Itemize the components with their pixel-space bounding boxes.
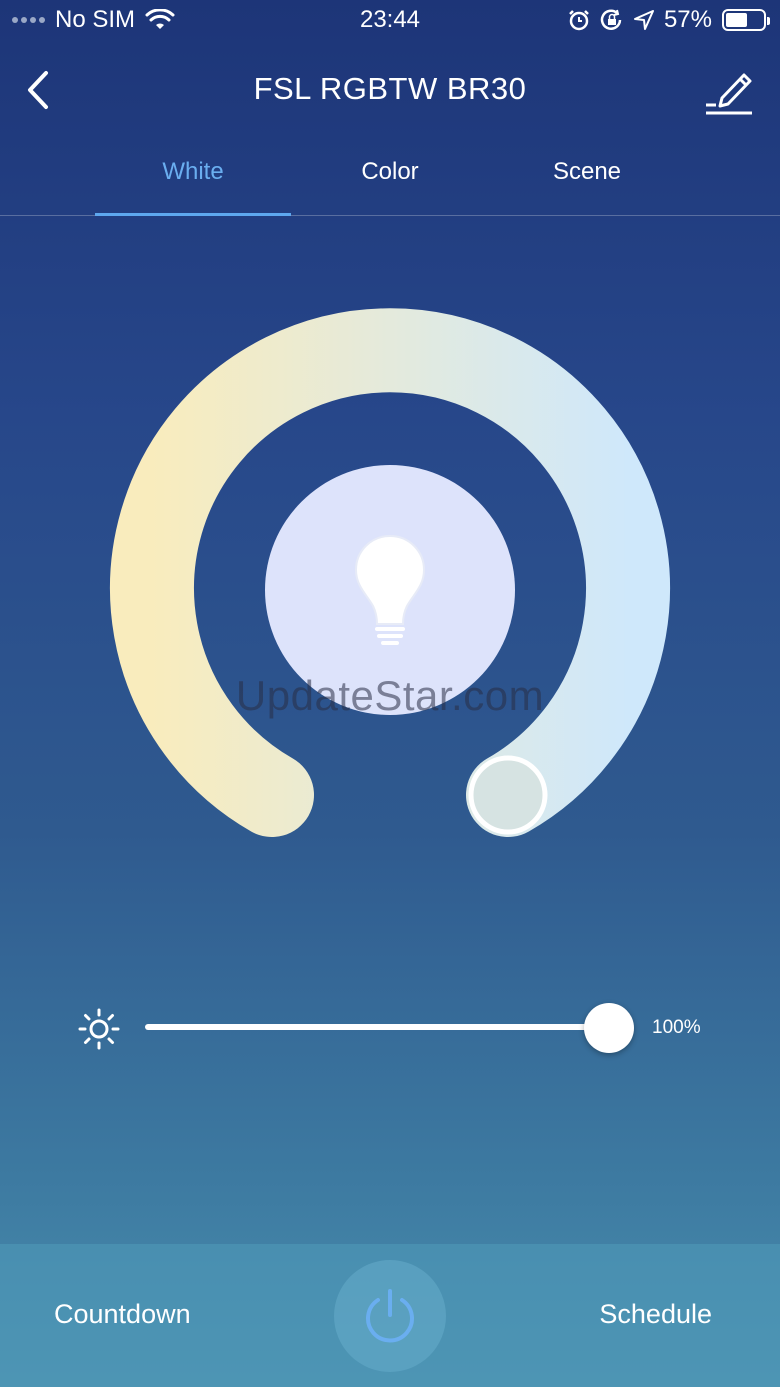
status-right: 57% [568,6,770,34]
mode-tabs: White Color Scene [0,140,780,216]
temperature-knob[interactable] [468,755,548,835]
countdown-button[interactable]: Countdown [54,1299,191,1330]
watermark-text: UpdateStar.com [235,672,545,719]
alarm-icon [569,10,589,31]
battery-percent: 57% [663,6,712,33]
tab-scene[interactable]: Scene [489,158,685,186]
rotation-lock-icon [600,9,622,30]
sun-icon [78,1008,120,1050]
tab-color[interactable]: Color [292,158,488,186]
tab-indicator [95,213,291,216]
edit-button[interactable] [704,65,758,115]
brightness-control: 100% [0,1000,780,1056]
nav-bar: FSL RGBTW BR30 [0,55,780,125]
tab-white[interactable]: White [95,158,291,186]
battery-icon [722,9,770,31]
color-temperature-dial [0,290,780,850]
lightbulb-icon [354,534,426,645]
schedule-button[interactable]: Schedule [599,1299,712,1330]
pencil-icon [706,73,752,115]
brightness-value: 100% [652,1017,701,1038]
location-icon [633,10,654,30]
power-icon [366,1289,414,1343]
status-bar: No SIM 23:44 57% [0,0,780,42]
brightness-slider-track[interactable] [145,1024,610,1030]
bottom-bar: Countdown Schedule [0,1244,780,1387]
page-title: FSL RGBTW BR30 [253,71,527,106]
brightness-slider-thumb[interactable] [584,1003,634,1053]
power-button[interactable] [334,1260,446,1372]
